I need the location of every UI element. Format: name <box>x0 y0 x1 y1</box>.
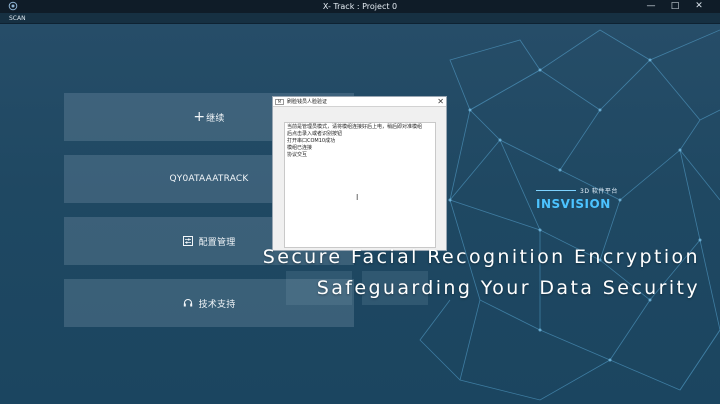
caption-line-2: Safeguarding Your Data Security <box>316 277 700 299</box>
headset-icon <box>183 299 192 307</box>
log-line: 协议交互 <box>287 152 308 158</box>
window-titlebar: X- Track : Project 0 — □ ✕ <box>0 0 720 13</box>
log-textbox[interactable]: 当前是管理员模式，请将模组连接好后上电，稍后即对准模组 后点击录入或者识别按钮 … <box>284 122 436 248</box>
menu-item-scan[interactable]: SCAN <box>9 14 26 23</box>
continue-label: 继续 <box>206 113 225 124</box>
dialog-app-icon: M <box>275 99 284 105</box>
log-line: 打开串口COM10成功 <box>287 138 336 144</box>
dialog-close-button[interactable]: ✕ <box>437 97 444 106</box>
config-management-label: 配置管理 <box>198 237 236 248</box>
menubar: SCAN <box>0 13 720 24</box>
logo-accent-line <box>536 190 576 191</box>
log-line: 模组已连接 <box>287 145 313 151</box>
log-line: 后点击录入或者识别按钮 <box>287 131 343 137</box>
log-line: 当前是管理员模式，请将模组连接好后上电，稍后即对准模组 <box>287 124 423 130</box>
plus-icon: + <box>193 109 206 125</box>
maximize-button[interactable]: □ <box>668 0 682 13</box>
caption-line-1: Secure Facial Recognition Encryption <box>262 246 700 268</box>
face-verification-dialog: M 刷脸钱员人脸验证 ✕ 当前是管理员模式，请将模组连接好后上电，稍后即对准模组… <box>272 96 447 251</box>
window-title: X- Track : Project 0 <box>322 2 398 11</box>
insvision-logo: 3D 软件平台 INSVISION <box>536 186 621 216</box>
logo-subtitle: 3D 软件平台 <box>580 188 618 195</box>
minimize-button[interactable]: — <box>644 0 658 13</box>
logo-wordmark: INSVISION <box>536 197 611 211</box>
tech-support-label: 技术支持 <box>198 299 236 310</box>
text-cursor-icon: I <box>356 193 359 202</box>
dialog-title: 刷脸钱员人脸验证 <box>287 99 328 105</box>
device-id-label: QY0ATAAATRACK <box>169 174 249 184</box>
sliders-icon <box>182 236 193 246</box>
close-button[interactable]: ✕ <box>692 0 706 13</box>
dialog-titlebar: M 刷脸钱员人脸验证 ✕ <box>273 97 446 107</box>
